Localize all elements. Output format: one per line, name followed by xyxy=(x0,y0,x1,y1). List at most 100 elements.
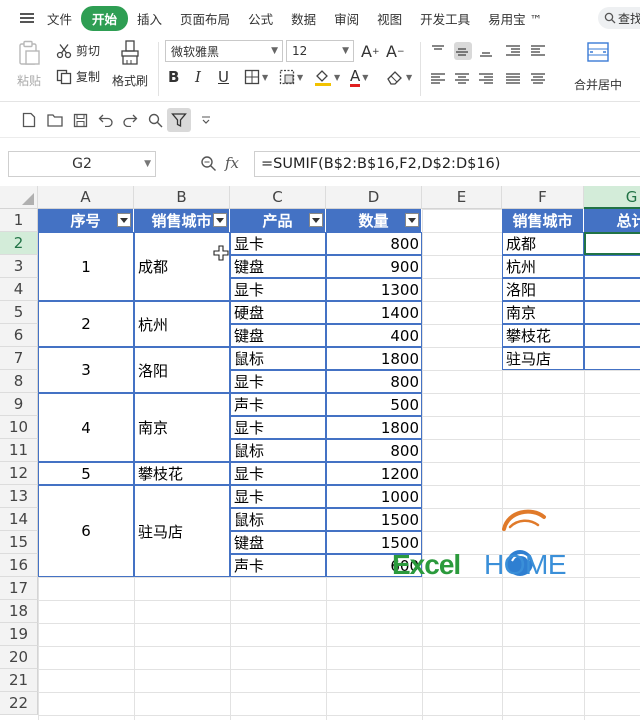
product-cell[interactable]: 键盘 xyxy=(230,324,326,347)
cell-cursor-icon xyxy=(213,245,229,261)
quantity-cell[interactable]: 1800 xyxy=(326,347,422,370)
seq-cell[interactable]: 2 xyxy=(38,301,134,347)
summary-total-cell[interactable] xyxy=(584,347,640,370)
row-header[interactable]: 6 xyxy=(0,324,38,347)
row-header[interactable]: 18 xyxy=(0,600,38,623)
row-header[interactable]: 20 xyxy=(0,646,38,669)
filter-dropdown-icon[interactable] xyxy=(405,213,419,227)
column-header-a[interactable]: A xyxy=(38,186,134,209)
column-header-d[interactable]: D xyxy=(326,186,422,209)
quantity-cell[interactable]: 500 xyxy=(326,393,422,416)
seq-cell[interactable]: 4 xyxy=(38,393,134,462)
product-cell[interactable]: 键盘 xyxy=(230,531,326,554)
summary-total-cell[interactable] xyxy=(584,278,640,301)
column-header-g[interactable]: G xyxy=(584,186,640,209)
row-header[interactable]: 4 xyxy=(0,278,38,301)
row-header[interactable]: 11 xyxy=(0,439,38,462)
row-header[interactable]: 9 xyxy=(0,393,38,416)
product-cell[interactable]: 鼠标 xyxy=(230,508,326,531)
summary-total-cell[interactable] xyxy=(584,301,640,324)
worksheet-grid[interactable]: A B C D E F G 1 2 3 4 5 6 7 8 9 10 11 12 13 14 15 16 17 18 19 20 21… xyxy=(0,0,640,720)
product-cell[interactable]: 声卡 xyxy=(230,554,326,577)
quantity-cell[interactable]: 1400 xyxy=(326,301,422,324)
row-header[interactable]: 12 xyxy=(0,462,38,485)
product-cell[interactable]: 显卡 xyxy=(230,416,326,439)
summary-city-cell[interactable]: 洛阳 xyxy=(502,278,584,301)
row-header[interactable]: 3 xyxy=(0,255,38,278)
row-header[interactable]: 10 xyxy=(0,416,38,439)
seq-cell[interactable]: 1 xyxy=(38,232,134,301)
seq-cell[interactable]: 3 xyxy=(38,347,134,393)
city-cell[interactable]: 洛阳 xyxy=(134,347,230,393)
city-cell[interactable]: 攀枝花 xyxy=(134,462,230,485)
watermark-text-home: HOME xyxy=(484,549,567,580)
seq-cell[interactable]: 6 xyxy=(38,485,134,577)
city-cell[interactable]: 南京 xyxy=(134,393,230,462)
product-cell[interactable]: 显卡 xyxy=(230,232,326,255)
quantity-cell[interactable]: 800 xyxy=(326,232,422,255)
row-header[interactable]: 8 xyxy=(0,370,38,393)
table-header-cell: 销售城市 xyxy=(134,209,230,232)
summary-header-cell: 销售城市 xyxy=(502,209,584,232)
select-all-corner[interactable] xyxy=(0,186,38,209)
summary-total-cell[interactable] xyxy=(584,255,640,278)
product-cell[interactable]: 鼠标 xyxy=(230,439,326,462)
excelhome-watermark: Excel HOME xyxy=(392,505,592,585)
row-header[interactable]: 21 xyxy=(0,669,38,692)
summary-header-label: 销售城市 xyxy=(512,212,573,230)
summary-header-cell: 总计 xyxy=(584,209,640,232)
city-cell[interactable]: 成都 xyxy=(134,232,230,301)
city-cell[interactable]: 驻马店 xyxy=(134,485,230,577)
quantity-cell[interactable]: 400 xyxy=(326,324,422,347)
row-header[interactable]: 15 xyxy=(0,531,38,554)
column-header-b[interactable]: B xyxy=(134,186,230,209)
row-header[interactable]: 5 xyxy=(0,301,38,324)
table-header-cell: 序号 xyxy=(38,209,134,232)
row-header[interactable]: 16 xyxy=(0,554,38,577)
row-header[interactable]: 7 xyxy=(0,347,38,370)
summary-city-cell[interactable]: 攀枝花 xyxy=(502,324,584,347)
quantity-cell[interactable]: 800 xyxy=(326,370,422,393)
filter-dropdown-icon[interactable] xyxy=(117,213,131,227)
active-cell-selection[interactable] xyxy=(584,232,640,255)
quantity-cell[interactable]: 1300 xyxy=(326,278,422,301)
summary-header-label: 总计 xyxy=(616,212,640,230)
product-cell[interactable]: 键盘 xyxy=(230,255,326,278)
row-header[interactable]: 14 xyxy=(0,508,38,531)
row-header[interactable]: 17 xyxy=(0,577,38,600)
quantity-cell[interactable]: 1200 xyxy=(326,462,422,485)
product-cell[interactable]: 显卡 xyxy=(230,278,326,301)
summary-city-cell[interactable]: 驻马店 xyxy=(502,347,584,370)
watermark-text-excel: Excel xyxy=(392,549,461,580)
triangle-icon xyxy=(22,193,34,205)
city-cell[interactable]: 杭州 xyxy=(134,301,230,347)
quantity-cell[interactable]: 1800 xyxy=(326,416,422,439)
column-header-e[interactable]: E xyxy=(422,186,502,209)
product-cell[interactable]: 显卡 xyxy=(230,462,326,485)
product-cell[interactable]: 声卡 xyxy=(230,393,326,416)
filter-dropdown-icon[interactable] xyxy=(309,213,323,227)
quantity-cell[interactable]: 900 xyxy=(326,255,422,278)
row-header[interactable]: 2 xyxy=(0,232,38,255)
summary-total-cell[interactable] xyxy=(584,324,640,347)
seq-cell[interactable]: 5 xyxy=(38,462,134,485)
summary-city-cell[interactable]: 成都 xyxy=(502,232,584,255)
product-cell[interactable]: 硬盘 xyxy=(230,301,326,324)
column-header-c[interactable]: C xyxy=(230,186,326,209)
row-header[interactable]: 22 xyxy=(0,692,38,715)
column-header-f[interactable]: F xyxy=(502,186,584,209)
table-header-label: 数量 xyxy=(358,212,389,230)
row-header[interactable]: 13 xyxy=(0,485,38,508)
quantity-cell[interactable]: 800 xyxy=(326,439,422,462)
product-cell[interactable]: 显卡 xyxy=(230,485,326,508)
row-header[interactable]: 19 xyxy=(0,623,38,646)
table-header-label: 产品 xyxy=(262,212,293,230)
summary-city-cell[interactable]: 南京 xyxy=(502,301,584,324)
table-header-label: 序号 xyxy=(70,212,101,230)
table-header-cell: 产品 xyxy=(230,209,326,232)
product-cell[interactable]: 鼠标 xyxy=(230,347,326,370)
product-cell[interactable]: 显卡 xyxy=(230,370,326,393)
summary-city-cell[interactable]: 杭州 xyxy=(502,255,584,278)
filter-dropdown-icon[interactable] xyxy=(213,213,227,227)
row-header[interactable]: 1 xyxy=(0,209,38,232)
